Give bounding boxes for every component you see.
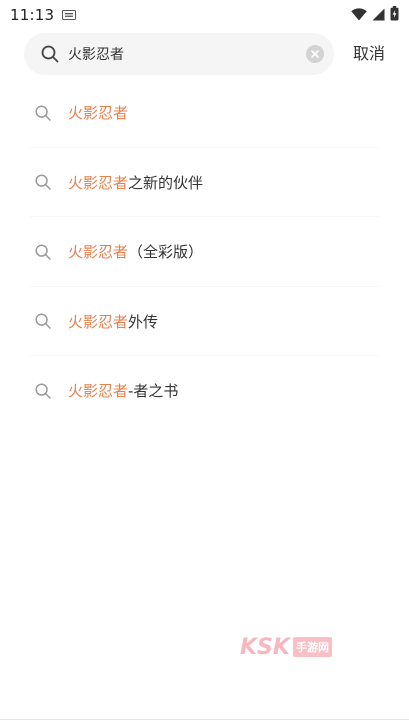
- suggestion-item[interactable]: 火影忍者: [0, 78, 409, 148]
- battery-icon: [390, 5, 399, 25]
- status-indicators: [351, 5, 399, 25]
- suggestion-item[interactable]: 火影忍者-者之书: [0, 356, 409, 426]
- search-icon: [34, 243, 52, 261]
- suggestion-highlight: 火影忍者: [68, 312, 129, 331]
- suggestion-highlight: 火影忍者: [68, 243, 129, 262]
- search-box[interactable]: [24, 33, 334, 75]
- suggestion-text: 火影忍者（全彩版）: [68, 241, 203, 262]
- suggestion-suffix: 之新的伙伴: [128, 173, 204, 192]
- suggestion-list: 火影忍者 火影忍者之新的伙伴 火影忍者（全彩版） 火影忍者外传 火影忍者-者之书: [0, 78, 409, 426]
- suggestion-suffix: -者之书: [128, 382, 179, 401]
- notification-icon: [62, 10, 77, 20]
- suggestion-text: 火影忍者-者之书: [68, 380, 178, 401]
- suggestion-suffix: （全彩版）: [128, 243, 204, 262]
- suggestion-text: 火影忍者外传: [68, 311, 158, 332]
- search-input[interactable]: [68, 33, 306, 75]
- search-icon: [34, 173, 52, 191]
- suggestion-item[interactable]: 火影忍者（全彩版）: [0, 217, 409, 287]
- suggestion-highlight: 火影忍者: [68, 104, 129, 123]
- signal-icon: [372, 6, 385, 25]
- watermark-logo: KSK 手游网: [240, 632, 332, 662]
- cancel-button[interactable]: 取消: [349, 43, 389, 65]
- search-icon: [34, 312, 52, 330]
- suggestion-item[interactable]: 火影忍者之新的伙伴: [0, 148, 409, 217]
- search-icon: [40, 44, 60, 64]
- search-icon: [34, 382, 52, 400]
- wifi-icon: [351, 6, 367, 25]
- watermark-badge: 手游网: [292, 637, 332, 657]
- watermark-brand: KSK: [240, 634, 290, 660]
- suggestion-text: 火影忍者之新的伙伴: [68, 172, 203, 193]
- search-icon: [34, 104, 52, 122]
- suggestion-text: 火影忍者: [68, 102, 128, 123]
- suggestion-highlight: 火影忍者: [68, 382, 129, 401]
- search-screen: 11:13 火影忍者 取消 火影忍者 火影忍者之新的伙伴 火影忍者（全彩版） 火…: [0, 0, 409, 720]
- suggestion-item[interactable]: 火影忍者外传: [0, 287, 409, 356]
- status-bar: 11:13: [0, 0, 409, 30]
- suggestion-suffix: 外传: [128, 312, 159, 331]
- clear-icon[interactable]: [306, 45, 324, 63]
- status-time: 11:13: [10, 6, 55, 24]
- suggestion-highlight: 火影忍者: [68, 173, 129, 192]
